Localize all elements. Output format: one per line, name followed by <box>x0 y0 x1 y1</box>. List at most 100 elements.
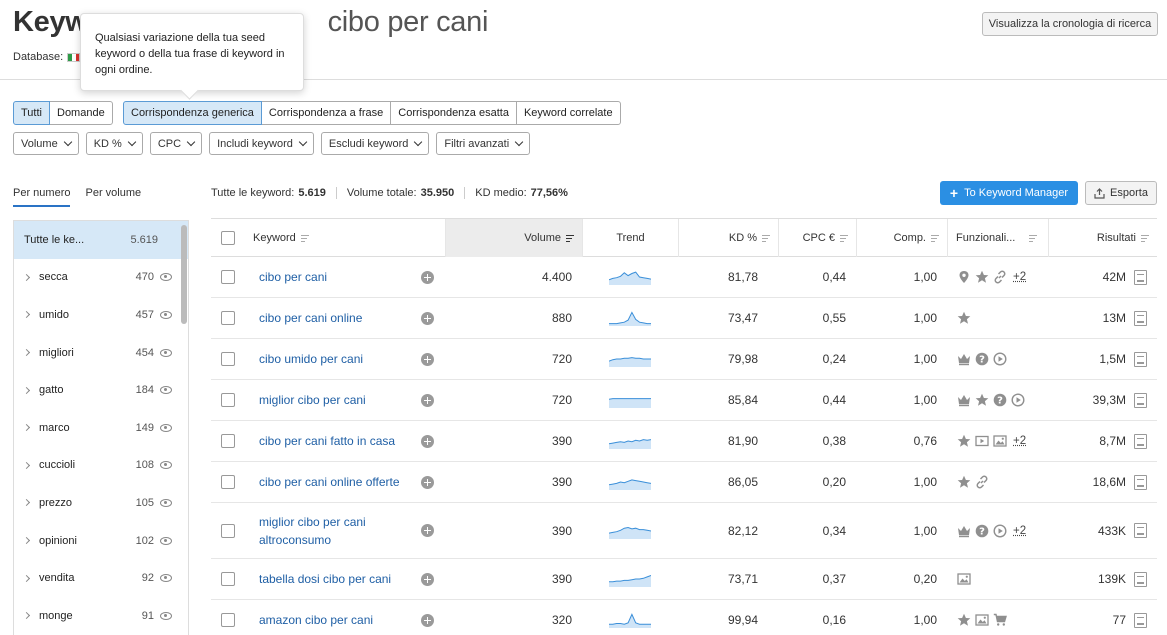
keyword-link[interactable]: cibo per cani <box>259 268 327 286</box>
sidebar-group-item[interactable]: gatto 184 <box>14 371 188 409</box>
column-volume[interactable]: Volume <box>445 219 582 257</box>
serp-snapshot-icon[interactable] <box>1134 572 1147 587</box>
sidebar-group-item[interactable]: migliori 454 <box>14 334 188 372</box>
column-competition[interactable]: Comp. <box>856 219 947 257</box>
add-plus-icon[interactable] <box>421 353 434 366</box>
row-checkbox[interactable] <box>221 393 235 407</box>
eye-icon[interactable] <box>160 386 172 394</box>
column-keyword[interactable]: Keyword <box>245 219 445 257</box>
serp-snapshot-icon[interactable] <box>1134 352 1147 367</box>
chevron-right-icon[interactable] <box>23 499 30 506</box>
toggle-corrispondenza-a-frase[interactable]: Corrispondenza a frase <box>261 101 391 125</box>
chevron-right-icon[interactable] <box>23 349 30 356</box>
sidebar-group-item[interactable]: prezzo 105 <box>14 484 188 522</box>
add-plus-icon[interactable] <box>421 524 434 537</box>
sidebar-group-item[interactable]: vendita 92 <box>14 559 188 597</box>
toggle-keyword-correlate[interactable]: Keyword correlate <box>516 101 621 125</box>
eye-icon[interactable] <box>160 574 172 582</box>
more-features-link[interactable]: +2 <box>1013 525 1026 537</box>
keyword-link[interactable]: tabella dosi cibo per cani <box>259 570 391 588</box>
eye-icon[interactable] <box>160 349 172 357</box>
filter-includi-keyword-dropdown[interactable]: Includi keyword <box>209 132 314 155</box>
eye-icon[interactable] <box>160 612 172 620</box>
serp-snapshot-icon[interactable] <box>1134 270 1147 285</box>
serp-snapshot-icon[interactable] <box>1134 393 1147 408</box>
sidebar-group-item[interactable]: cuccioli 108 <box>14 447 188 485</box>
tab-by-volume[interactable]: Per volume <box>85 187 141 207</box>
chevron-right-icon[interactable] <box>23 274 30 281</box>
add-plus-icon[interactable] <box>421 614 434 627</box>
row-checkbox[interactable] <box>221 311 235 325</box>
sidebar-group-item[interactable]: monge 91 <box>14 597 188 635</box>
row-checkbox[interactable] <box>221 613 235 627</box>
eye-icon[interactable] <box>160 273 172 281</box>
toggle-corrispondenza-generica[interactable]: Corrispondenza generica <box>123 101 262 125</box>
add-to-list-cell <box>421 462 434 502</box>
sidebar-group-item[interactable]: umido 457 <box>14 296 188 334</box>
export-button[interactable]: Esporta <box>1085 181 1157 205</box>
keyword-link[interactable]: miglior cibo per cani altroconsumo <box>259 513 424 549</box>
sidebar-group-item[interactable]: secca 470 <box>14 259 188 297</box>
chevron-right-icon[interactable] <box>23 537 30 544</box>
column-results[interactable]: Risultati <box>1048 219 1157 257</box>
filter-escludi-keyword-dropdown[interactable]: Escludi keyword <box>321 132 429 155</box>
row-checkbox[interactable] <box>221 352 235 366</box>
sidebar-group-item[interactable]: Tutte le ke... 5.619 <box>14 221 188 259</box>
tab-by-number[interactable]: Per numero <box>13 187 70 207</box>
add-plus-icon[interactable] <box>421 435 434 448</box>
chevron-right-icon[interactable] <box>23 424 30 431</box>
serp-snapshot-icon[interactable] <box>1134 311 1147 326</box>
filter-filtri-avanzati-dropdown[interactable]: Filtri avanzati <box>436 132 530 155</box>
summary-stats: Tutte le keyword: 5.619 Volume totale: 35.… <box>211 187 578 199</box>
chevron-right-icon[interactable] <box>23 311 30 318</box>
eye-icon[interactable] <box>160 424 172 432</box>
eye-icon[interactable] <box>160 311 172 319</box>
add-plus-icon[interactable] <box>421 476 434 489</box>
sidebar-scrollbar[interactable] <box>181 225 187 324</box>
chevron-right-icon[interactable] <box>23 575 30 582</box>
row-checkbox[interactable] <box>221 572 235 586</box>
toggle-domande[interactable]: Domande <box>49 101 113 125</box>
serp-snapshot-icon[interactable] <box>1134 475 1147 490</box>
keyword-link[interactable]: miglior cibo per cani <box>259 391 366 409</box>
toggle-corrispondenza-esatta[interactable]: Corrispondenza esatta <box>390 101 517 125</box>
more-features-link[interactable]: +2 <box>1013 271 1026 283</box>
keyword-link[interactable]: cibo per cani online offerte <box>259 473 400 491</box>
keyword-link[interactable]: cibo umido per cani <box>259 350 363 368</box>
toggle-tutti[interactable]: Tutti <box>13 101 50 125</box>
column-kd[interactable]: KD % <box>678 219 778 257</box>
chevron-right-icon[interactable] <box>23 462 30 469</box>
keyword-link[interactable]: amazon cibo per cani <box>259 611 373 629</box>
eye-icon[interactable] <box>160 461 172 469</box>
sidebar-group-item[interactable]: opinioni 102 <box>14 522 188 560</box>
eye-icon[interactable] <box>160 537 172 545</box>
add-plus-icon[interactable] <box>421 394 434 407</box>
serp-snapshot-icon[interactable] <box>1134 523 1147 538</box>
sidebar-group-item[interactable]: marco 149 <box>14 409 188 447</box>
serp-snapshot-icon[interactable] <box>1134 434 1147 449</box>
filter-volume-dropdown[interactable]: Volume <box>13 132 79 155</box>
italy-flag-icon[interactable] <box>67 53 80 62</box>
keyword-link[interactable]: cibo per cani online <box>259 309 362 327</box>
add-plus-icon[interactable] <box>421 312 434 325</box>
chevron-right-icon[interactable] <box>23 612 30 619</box>
keyword-link[interactable]: cibo per cani fatto in casa <box>259 432 395 450</box>
chevron-right-icon[interactable] <box>23 387 30 394</box>
column-cpc[interactable]: CPC € <box>778 219 856 257</box>
add-plus-icon[interactable] <box>421 573 434 586</box>
filter-kd-dropdown[interactable]: KD % <box>86 132 143 155</box>
search-history-button[interactable]: Visualizza la cronologia di ricerca <box>982 12 1158 36</box>
add-plus-icon[interactable] <box>421 271 434 284</box>
serp-snapshot-icon[interactable] <box>1134 613 1147 628</box>
row-checkbox[interactable] <box>221 524 235 538</box>
more-features-link[interactable]: +2 <box>1013 435 1026 447</box>
column-serp-features[interactable]: Funzionali... <box>947 219 1048 257</box>
row-checkbox[interactable] <box>221 270 235 284</box>
keyword-manager-button[interactable]: + To Keyword Manager <box>940 181 1078 205</box>
select-all-checkbox[interactable] <box>221 231 235 245</box>
eye-icon[interactable] <box>160 499 172 507</box>
add-to-list-cell <box>421 298 434 338</box>
filter-cpc-dropdown[interactable]: CPC <box>150 132 202 155</box>
row-checkbox[interactable] <box>221 475 235 489</box>
row-checkbox[interactable] <box>221 434 235 448</box>
